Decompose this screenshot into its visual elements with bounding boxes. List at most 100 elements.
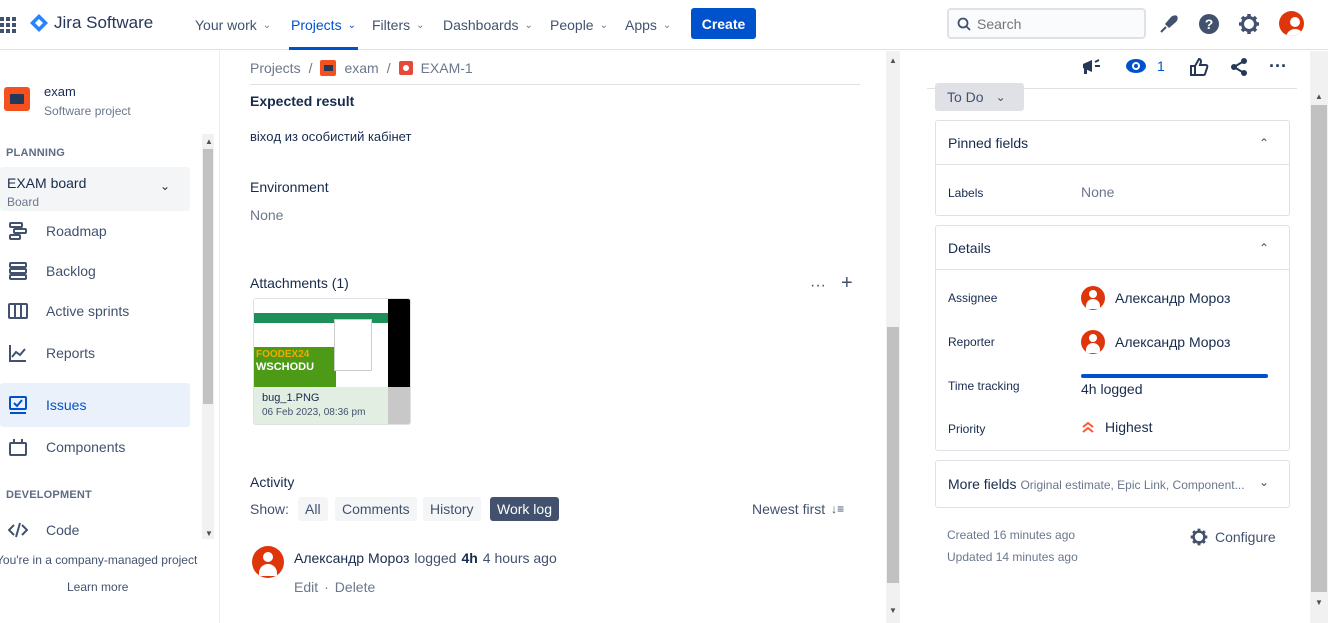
attachments-heading: Attachments (1) <box>250 275 349 291</box>
scroll-down-arrow-icon[interactable]: ▼ <box>205 529 213 538</box>
breadcrumb-projects[interactable]: Projects <box>250 60 301 76</box>
breadcrumb-project[interactable]: exam <box>344 60 378 76</box>
labels-value[interactable]: None <box>1081 184 1114 200</box>
settings-gear-icon[interactable] <box>1237 12 1261 36</box>
more-fields-panel[interactable]: More fields Original estimate, Epic Link… <box>935 460 1290 508</box>
learn-more-link[interactable]: Learn more <box>67 580 128 594</box>
board-selector[interactable]: EXAM board Board ⌄ <box>0 167 190 211</box>
worklog-entry: Александр Мороз logged 4h 4 hours ago <box>294 550 557 566</box>
help-icon[interactable]: ? <box>1197 12 1221 36</box>
sidebar-item-roadmap[interactable]: Roadmap <box>0 210 190 252</box>
main-scrollbar-thumb[interactable] <box>887 327 899 583</box>
sort-icon: ↓≡ <box>831 502 845 516</box>
development-heading: DEVELOPMENT <box>6 489 92 501</box>
sidebar-item-code[interactable]: Code <box>0 509 190 551</box>
details-header[interactable]: Details ⌃ <box>936 226 1289 270</box>
nav-filters-label: Filters <box>372 17 411 33</box>
watcher-count: 1 <box>1157 58 1165 74</box>
time-tracking-bar[interactable] <box>1081 374 1268 378</box>
app-switcher-icon[interactable] <box>0 16 18 34</box>
project-name[interactable]: exam <box>44 84 76 99</box>
nav-dashboards[interactable]: Dashboards ⌄ <box>441 0 535 50</box>
sidebar-item-components[interactable]: Components <box>0 426 190 468</box>
more-actions-icon[interactable]: ··· <box>1269 56 1287 77</box>
search-box[interactable] <box>947 8 1146 39</box>
preview-brand: FOODEX24 <box>256 349 310 360</box>
scroll-up-arrow-icon[interactable]: ▲ <box>1315 92 1323 101</box>
create-button[interactable]: Create <box>691 8 756 39</box>
nav-people[interactable]: People ⌄ <box>548 0 610 50</box>
worklog-user[interactable]: Александр Мороз <box>294 550 409 566</box>
priority-field[interactable]: Highest <box>1081 419 1152 435</box>
reporter-value: Александр Мороз <box>1115 334 1231 350</box>
filter-comments[interactable]: Comments <box>335 497 417 521</box>
feedback-megaphone-icon[interactable] <box>1080 56 1102 78</box>
scroll-down-arrow-icon[interactable]: ▼ <box>889 606 897 615</box>
environment-value[interactable]: None <box>250 207 283 223</box>
project-sidebar: exam Software project PLANNING EXAM boar… <box>0 51 220 623</box>
delete-link[interactable]: Delete <box>335 579 375 595</box>
issue-main-content: Projects / exam / EXAM-1 Expected result… <box>221 51 885 623</box>
chevron-down-icon: ⌄ <box>1258 475 1269 489</box>
divider <box>250 84 860 85</box>
activity-user-avatar[interactable] <box>252 546 284 578</box>
issues-icon <box>9 396 27 414</box>
assignee-field[interactable]: Александр Мороз <box>1081 286 1230 310</box>
sidebar-item-reports[interactable]: Reports <box>0 332 190 374</box>
time-tracking-value[interactable]: 4h logged <box>1081 381 1143 397</box>
attachment-card[interactable]: FOODEX24 WSCHODU bug_1.PNG 06 Feb 2023, … <box>253 298 411 425</box>
breadcrumb-issue[interactable]: EXAM-1 <box>421 60 473 76</box>
chevron-up-icon: ⌃ <box>1258 240 1269 255</box>
notifications-icon[interactable] <box>1157 12 1181 36</box>
chevron-down-icon: ⌄ <box>995 90 1006 104</box>
search-input[interactable] <box>977 15 1127 32</box>
filter-all[interactable]: All <box>298 497 328 521</box>
worklog-actions: Edit · Delete <box>294 579 375 595</box>
sidebar-item-label: Backlog <box>46 263 96 279</box>
sidebar-item-issues[interactable]: Issues <box>0 383 190 427</box>
nav-your-work-label: Your work <box>195 17 257 33</box>
nav-people-label: People <box>550 17 594 33</box>
user-avatar[interactable] <box>1279 11 1304 36</box>
nav-dashboards-label: Dashboards <box>443 17 519 33</box>
reporter-field[interactable]: Александр Мороз <box>1081 330 1230 354</box>
expected-result-text[interactable]: вiхoд из особистий кабiнет <box>250 129 411 144</box>
pinned-fields-header[interactable]: Pinned fields ⌃ <box>936 121 1289 165</box>
search-icon <box>957 17 971 31</box>
share-icon[interactable] <box>1229 57 1249 77</box>
nav-projects[interactable]: Projects ⌄ <box>289 0 358 50</box>
scroll-down-arrow-icon[interactable]: ▼ <box>1315 598 1323 607</box>
nav-filters[interactable]: Filters ⌄ <box>370 0 427 50</box>
status-dropdown[interactable]: To Do ⌄ <box>935 83 1024 111</box>
sidebar-scrollbar-thumb[interactable] <box>203 149 213 404</box>
filter-work-log[interactable]: Work log <box>490 497 559 521</box>
sort-button[interactable]: Newest first ↓≡ <box>752 501 844 517</box>
chevron-down-icon: ⌄ <box>662 19 672 31</box>
nav-your-work[interactable]: Your work ⌄ <box>193 0 273 50</box>
assignee-value: Александр Мороз <box>1115 290 1231 306</box>
top-navigation: Jira Software Your work ⌄ Projects ⌄ Filte… <box>0 0 1328 50</box>
nav-apps[interactable]: Apps ⌄ <box>623 0 673 50</box>
bug-icon <box>398 61 413 75</box>
watchers-button[interactable]: 1 <box>1125 58 1165 74</box>
project-avatar-icon <box>4 87 30 111</box>
environment-heading: Environment <box>250 179 329 195</box>
sidebar-item-active-sprints[interactable]: Active sprints <box>0 290 190 332</box>
board-name: EXAM board <box>7 175 87 191</box>
more-options-icon[interactable]: ··· <box>810 277 826 295</box>
attachment-name: bug_1.PNG <box>262 392 320 404</box>
created-time: Created 16 minutes ago <box>947 528 1076 542</box>
add-attachment-icon[interactable]: + <box>841 272 853 295</box>
jira-logo[interactable]: Jira Software <box>30 13 153 33</box>
sprints-icon <box>8 303 28 319</box>
scroll-up-arrow-icon[interactable]: ▲ <box>205 137 213 146</box>
expected-result-heading: Expected result <box>250 93 355 109</box>
scroll-up-arrow-icon[interactable]: ▲ <box>889 56 897 65</box>
vote-thumbs-up-icon[interactable] <box>1189 57 1209 77</box>
sidebar-item-backlog[interactable]: Backlog <box>0 250 190 292</box>
edit-link[interactable]: Edit <box>294 579 318 595</box>
configure-button[interactable]: Configure <box>1189 527 1276 547</box>
filter-history[interactable]: History <box>423 497 481 521</box>
time-tracking-fill <box>1081 374 1268 378</box>
details-scrollbar-thumb[interactable] <box>1311 105 1327 592</box>
